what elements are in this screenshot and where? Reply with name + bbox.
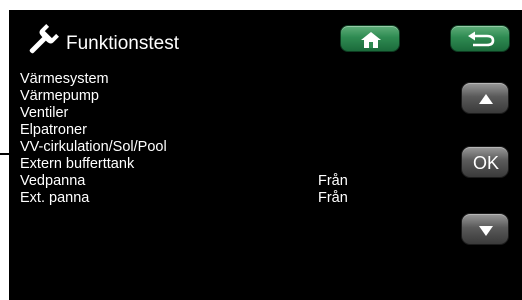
title-bar: Funktionstest <box>9 10 522 68</box>
home-icon <box>361 32 381 48</box>
menu-item-vedpanna[interactable]: Vedpanna Från <box>20 173 440 190</box>
scroll-down-button[interactable] <box>461 213 509 245</box>
menu-item-value: Från <box>318 173 348 189</box>
display-screen: Funktionstest Värmesystem Värmepump Vent… <box>9 10 522 300</box>
arrow-down-icon <box>479 226 493 236</box>
scroll-up-button[interactable] <box>461 82 509 114</box>
menu-item-value: Från <box>318 190 348 206</box>
wrench-icon <box>29 24 59 54</box>
side-connector-line <box>0 153 9 155</box>
back-arrow-icon <box>468 31 495 47</box>
menu-item-ext-panna[interactable]: Ext. panna Från <box>20 190 440 207</box>
menu-item-label: Ventiler <box>20 105 69 121</box>
back-button[interactable] <box>450 25 510 52</box>
page-title: Funktionstest <box>66 33 179 54</box>
arrow-up-icon <box>479 94 493 104</box>
menu-item-ventiler[interactable]: Ventiler <box>20 105 440 122</box>
menu-item-label: Värmesystem <box>20 71 109 87</box>
menu-item-label: Extern bufferttank <box>20 156 135 172</box>
menu-item-vv-cirkulation[interactable]: VV-cirkulation/Sol/Pool <box>20 139 440 156</box>
ok-button[interactable]: OK <box>461 146 509 178</box>
menu-item-label: Elpatroner <box>20 122 87 138</box>
menu-item-elpatroner[interactable]: Elpatroner <box>20 122 440 139</box>
menu-item-label: Vedpanna <box>20 173 86 189</box>
menu-item-label: Ext. panna <box>20 190 90 206</box>
ok-label: OK <box>472 153 499 173</box>
menu-item-varmepump[interactable]: Värmepump <box>20 88 440 105</box>
menu-item-label: VV-cirkulation/Sol/Pool <box>20 139 167 155</box>
menu-item-varmesystem[interactable]: Värmesystem <box>20 71 440 88</box>
home-button[interactable] <box>340 25 400 52</box>
menu-item-extern-bufferttank[interactable]: Extern bufferttank <box>20 156 440 173</box>
menu-item-label: Värmepump <box>20 88 99 104</box>
menu-list: Värmesystem Värmepump Ventiler Elpatrone… <box>20 71 440 207</box>
